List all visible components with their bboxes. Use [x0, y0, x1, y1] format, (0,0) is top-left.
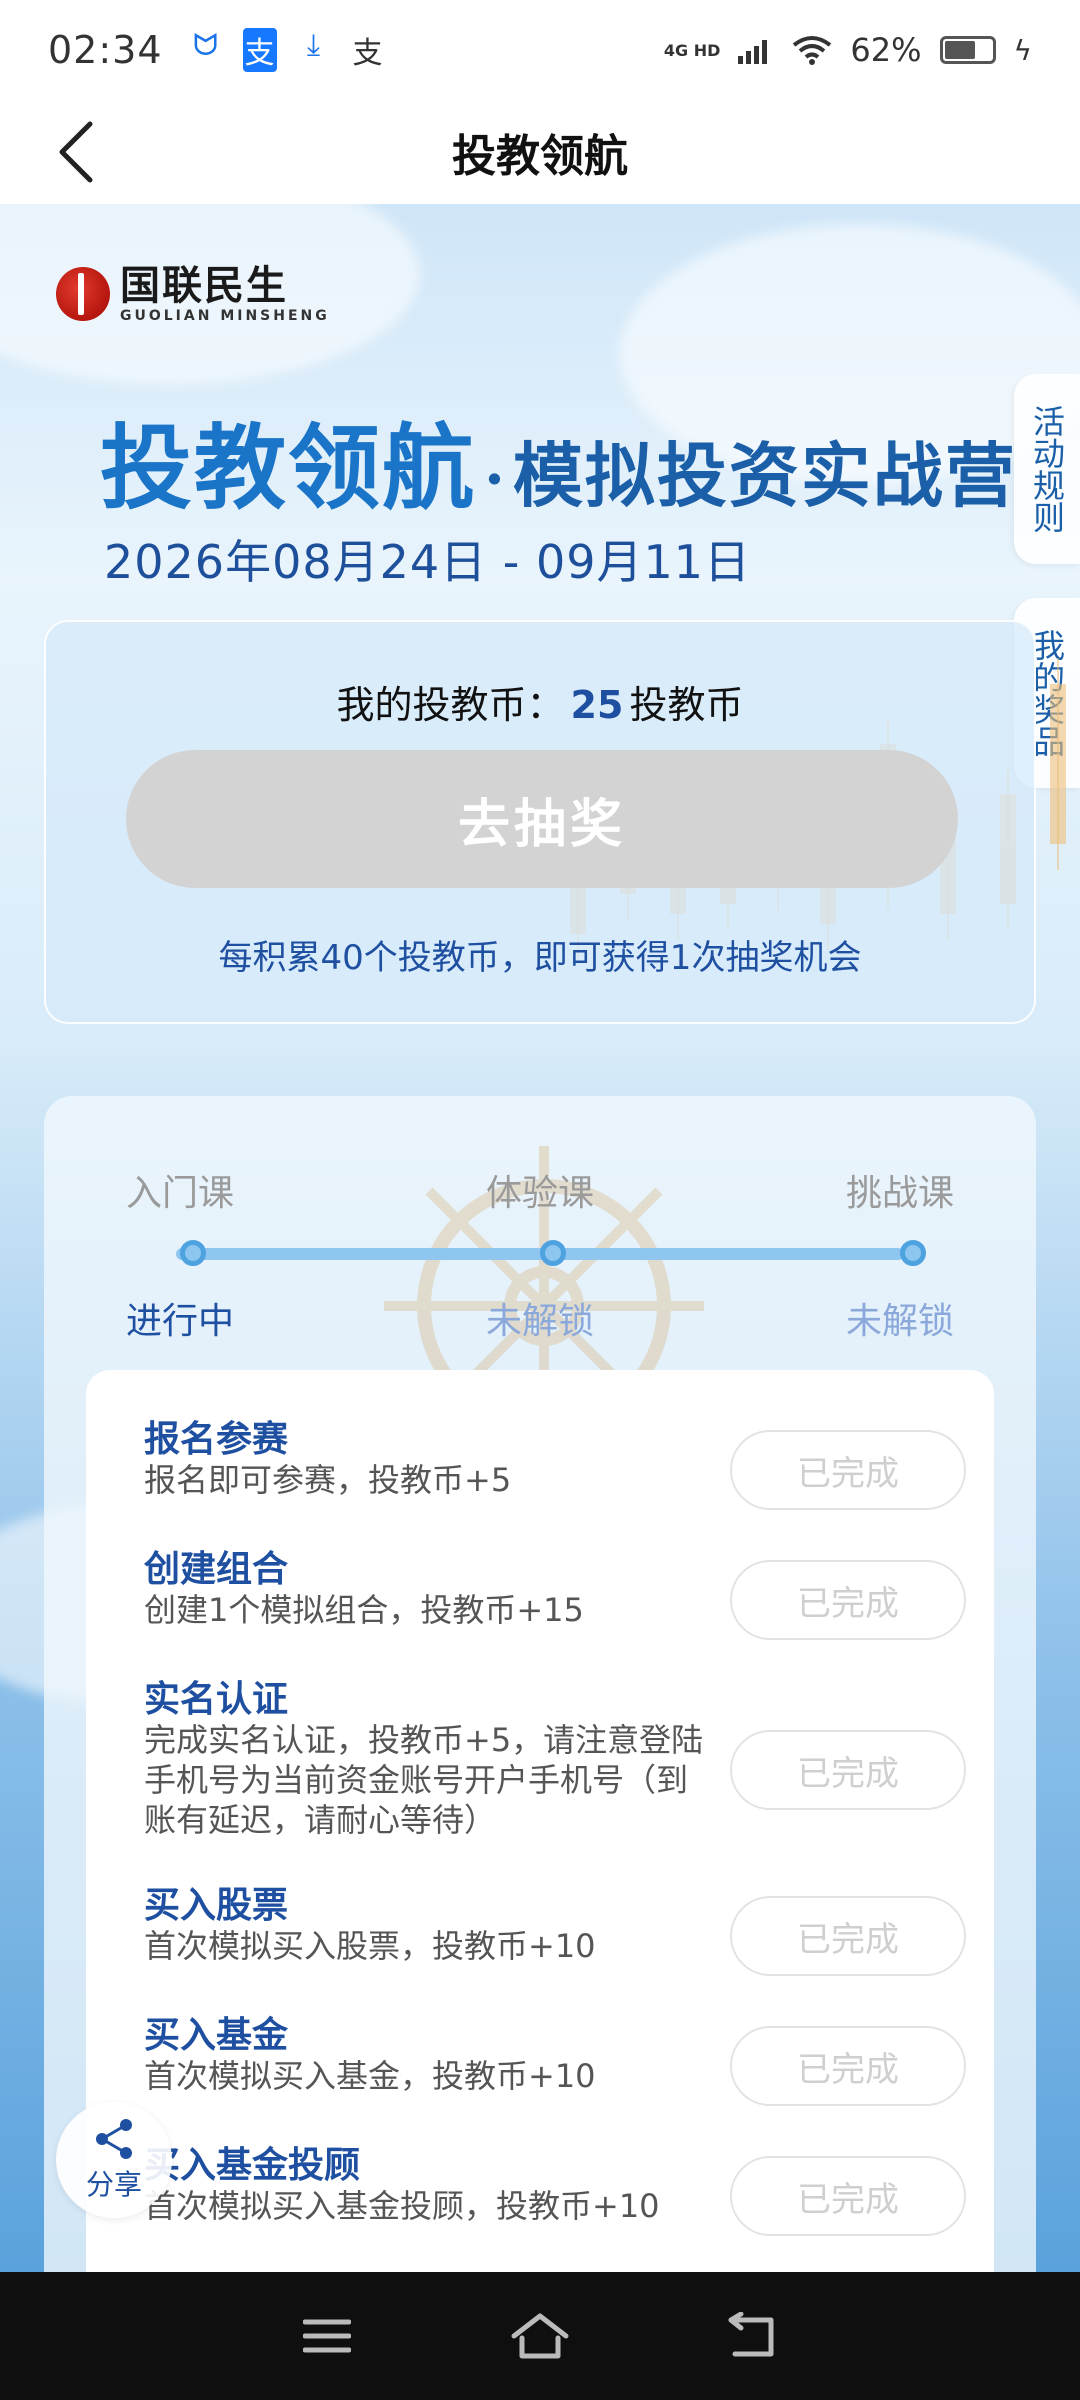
- task-desc: 创建1个模拟组合，投教币+15: [144, 1591, 584, 1629]
- status-bar: 02:34 ᗢ 支 ⤓ 支 4G HD 62% ϟ: [0, 0, 1080, 100]
- coin-balance-unit: 投教币: [629, 683, 744, 727]
- task-row: 买入基金 首次模拟买入基金，投教币+10 已完成: [86, 2006, 994, 2116]
- task-done-button[interactable]: 已完成: [730, 1430, 966, 1510]
- charging-icon: ϟ: [1013, 33, 1032, 67]
- back-nav-button[interactable]: [713, 2306, 793, 2366]
- task-done-button[interactable]: 已完成: [730, 1896, 966, 1976]
- task-list: 报名参赛 报名即可参赛，投教币+5 已完成 创建组合 创建1个模拟组合，投教币+…: [86, 1370, 994, 2272]
- task-desc: 首次模拟买入股票，投教币+10: [144, 1927, 596, 1965]
- app-notification-icon: ᗢ: [193, 28, 218, 63]
- activity-rules-tab[interactable]: 活动规则: [1014, 374, 1080, 564]
- step-status-beginner: 进行中: [125, 1301, 234, 1342]
- lottery-draw-button[interactable]: 去抽奖: [126, 750, 958, 888]
- task-title: 买入基金投顾: [144, 2145, 361, 2186]
- coin-card: 我的投教币： 25 投教币 去抽奖 每积累40个投教币，即可获得1次抽奖机会: [44, 620, 1036, 1024]
- brand-name-cn: 国联民生: [120, 263, 288, 309]
- task-done-button[interactable]: 已完成: [730, 1560, 966, 1640]
- signal-icon: [738, 40, 768, 64]
- step-node-beginner[interactable]: [180, 1240, 206, 1266]
- app-notification-icon-2: 支: [352, 36, 383, 71]
- coin-balance: 我的投教币： 25 投教币: [46, 674, 1034, 729]
- system-nav-bar: [0, 2272, 1080, 2400]
- task-desc: 首次模拟买入基金投顾，投教币+10: [144, 2187, 660, 2225]
- task-title: 买入基金: [144, 2015, 289, 2056]
- task-title: 买入股票: [144, 1885, 289, 1926]
- step-node-experience[interactable]: [540, 1240, 566, 1266]
- task-row: 创建组合 创建1个模拟组合，投教币+15 已完成: [86, 1540, 994, 1650]
- battery-percent: 62%: [850, 31, 922, 69]
- activity-date-range: 2026年08月24日 - 09月11日: [104, 535, 752, 589]
- task-row: 买入基金投顾 首次模拟买入基金投顾，投教币+10 已完成: [86, 2136, 994, 2246]
- task-row: 买入股票 首次模拟买入股票，投教币+10 已完成: [86, 1876, 994, 1986]
- battery-icon: [939, 36, 996, 64]
- activity-page: 国联民生 GUOLIAN MINSHENG 投教领航 · 模拟投资实战营 202…: [0, 204, 1080, 2272]
- back-arrow-icon: [59, 121, 93, 183]
- notification-icons: ᗢ 支 ⤓ 支: [189, 28, 385, 72]
- hero-title-separator: ·: [484, 445, 505, 515]
- home-icon: [511, 2313, 569, 2359]
- step-label-experience: 体验课: [485, 1173, 594, 1214]
- hero-title: 投教领航 · 模拟投资实战营: [100, 394, 1017, 527]
- menu-icon: [302, 2319, 351, 2353]
- step-status-challenge: 未解锁: [845, 1301, 954, 1342]
- step-label-beginner: 入门课: [125, 1173, 234, 1214]
- activity-rules-label: 活动规则: [1028, 405, 1066, 533]
- task-title: 实名认证: [144, 1679, 289, 1720]
- brand-name-en: GUOLIAN MINSHENG: [120, 308, 330, 324]
- share-label: 分享: [85, 2168, 142, 2201]
- course-step-labels: 入门课 体验课 挑战课: [44, 1164, 1036, 1214]
- back-button[interactable]: [44, 120, 108, 184]
- status-indicators: 4G HD 62% ϟ: [664, 31, 1032, 69]
- share-icon: [96, 2119, 132, 2159]
- course-step-statuses: 进行中 未解锁 未解锁: [44, 1292, 1036, 1342]
- home-nav-button[interactable]: [500, 2306, 580, 2366]
- step-label-challenge: 挑战课: [845, 1173, 954, 1214]
- task-done-button[interactable]: 已完成: [730, 2156, 966, 2236]
- hero-title-sub: 模拟投资实战营: [512, 434, 1017, 517]
- brand-logo: 国联民生 GUOLIAN MINSHENG: [56, 264, 330, 324]
- return-icon: [728, 2312, 774, 2357]
- task-desc: 首次模拟买入基金，投教币+10: [144, 2057, 596, 2095]
- task-done-button[interactable]: 已完成: [730, 1730, 966, 1810]
- task-desc: 完成实名认证，投教币+5，请注意登陆手机号为当前资金账号开户手机号（到账有延迟，…: [144, 1721, 704, 1839]
- task-row: 报名参赛 报名即可参赛，投教币+5 已完成: [86, 1410, 994, 1520]
- download-icon: ⤓: [306, 28, 321, 63]
- task-title: 创建组合: [144, 1549, 289, 1590]
- page-title: 投教领航: [452, 131, 628, 182]
- share-button[interactable]: 分享: [56, 2102, 172, 2218]
- brand-logo-icon: [56, 267, 110, 321]
- alipay-notification-icon: 支: [242, 28, 277, 72]
- coin-balance-value: 25: [570, 683, 624, 727]
- task-title: 报名参赛: [144, 1419, 289, 1460]
- network-indicator: 4G HD: [663, 40, 721, 60]
- hero-title-main: 投教领航: [100, 414, 477, 522]
- menu-nav-button[interactable]: [287, 2306, 367, 2366]
- task-row: 实名认证 完成实名认证，投教币+5，请注意登陆手机号为当前资金账号开户手机号（到…: [86, 1670, 994, 1860]
- task-desc: 报名即可参赛，投教币+5: [144, 1461, 512, 1499]
- nav-header: 投教领航: [0, 100, 1080, 204]
- step-node-challenge[interactable]: [900, 1240, 926, 1266]
- step-status-experience: 未解锁: [485, 1301, 594, 1342]
- coin-balance-label: 我的投教币：: [336, 683, 565, 727]
- task-done-button[interactable]: 已完成: [730, 2026, 966, 2106]
- lottery-hint: 每积累40个投教币，即可获得1次抽奖机会: [218, 938, 862, 978]
- status-time: 02:34: [48, 28, 163, 72]
- wifi-icon: [793, 36, 832, 65]
